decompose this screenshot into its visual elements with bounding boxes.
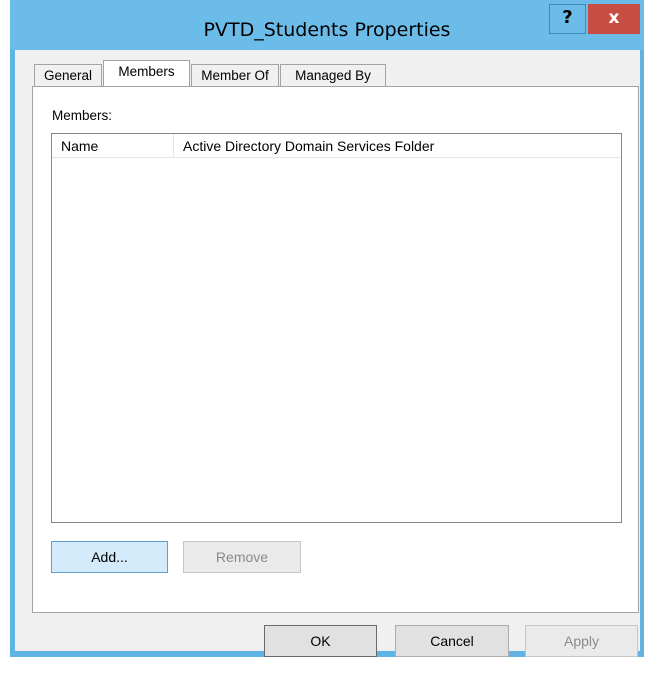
tab-members[interactable]: Members — [103, 60, 190, 86]
tab-member-of[interactable]: Member Of — [191, 64, 279, 86]
add-button[interactable]: Add... — [51, 541, 168, 573]
ok-button[interactable]: OK — [264, 625, 377, 657]
apply-button-label: Apply — [563, 633, 600, 649]
title-bar[interactable]: PVTD_Students Properties ? x — [10, 0, 644, 50]
ok-button-label: OK — [310, 633, 331, 649]
add-button-label: Add... — [91, 549, 128, 565]
tab-managed-by[interactable]: Managed By — [280, 64, 386, 86]
help-button[interactable]: ? — [549, 4, 586, 34]
remove-button[interactable]: Remove — [183, 541, 301, 573]
remove-button-label: Remove — [215, 549, 269, 565]
column-header-name[interactable]: Name — [52, 134, 173, 158]
members-list[interactable]: Name Active Directory Domain Services Fo… — [51, 133, 622, 523]
apply-button[interactable]: Apply — [525, 625, 638, 657]
close-button[interactable]: x — [588, 4, 640, 34]
cancel-button-label: Cancel — [430, 633, 474, 649]
column-header-folder[interactable]: Active Directory Domain Services Folder — [174, 134, 621, 158]
cancel-button[interactable]: Cancel — [395, 625, 509, 657]
tab-general[interactable]: General — [34, 64, 102, 86]
members-label: Members: — [52, 108, 113, 123]
